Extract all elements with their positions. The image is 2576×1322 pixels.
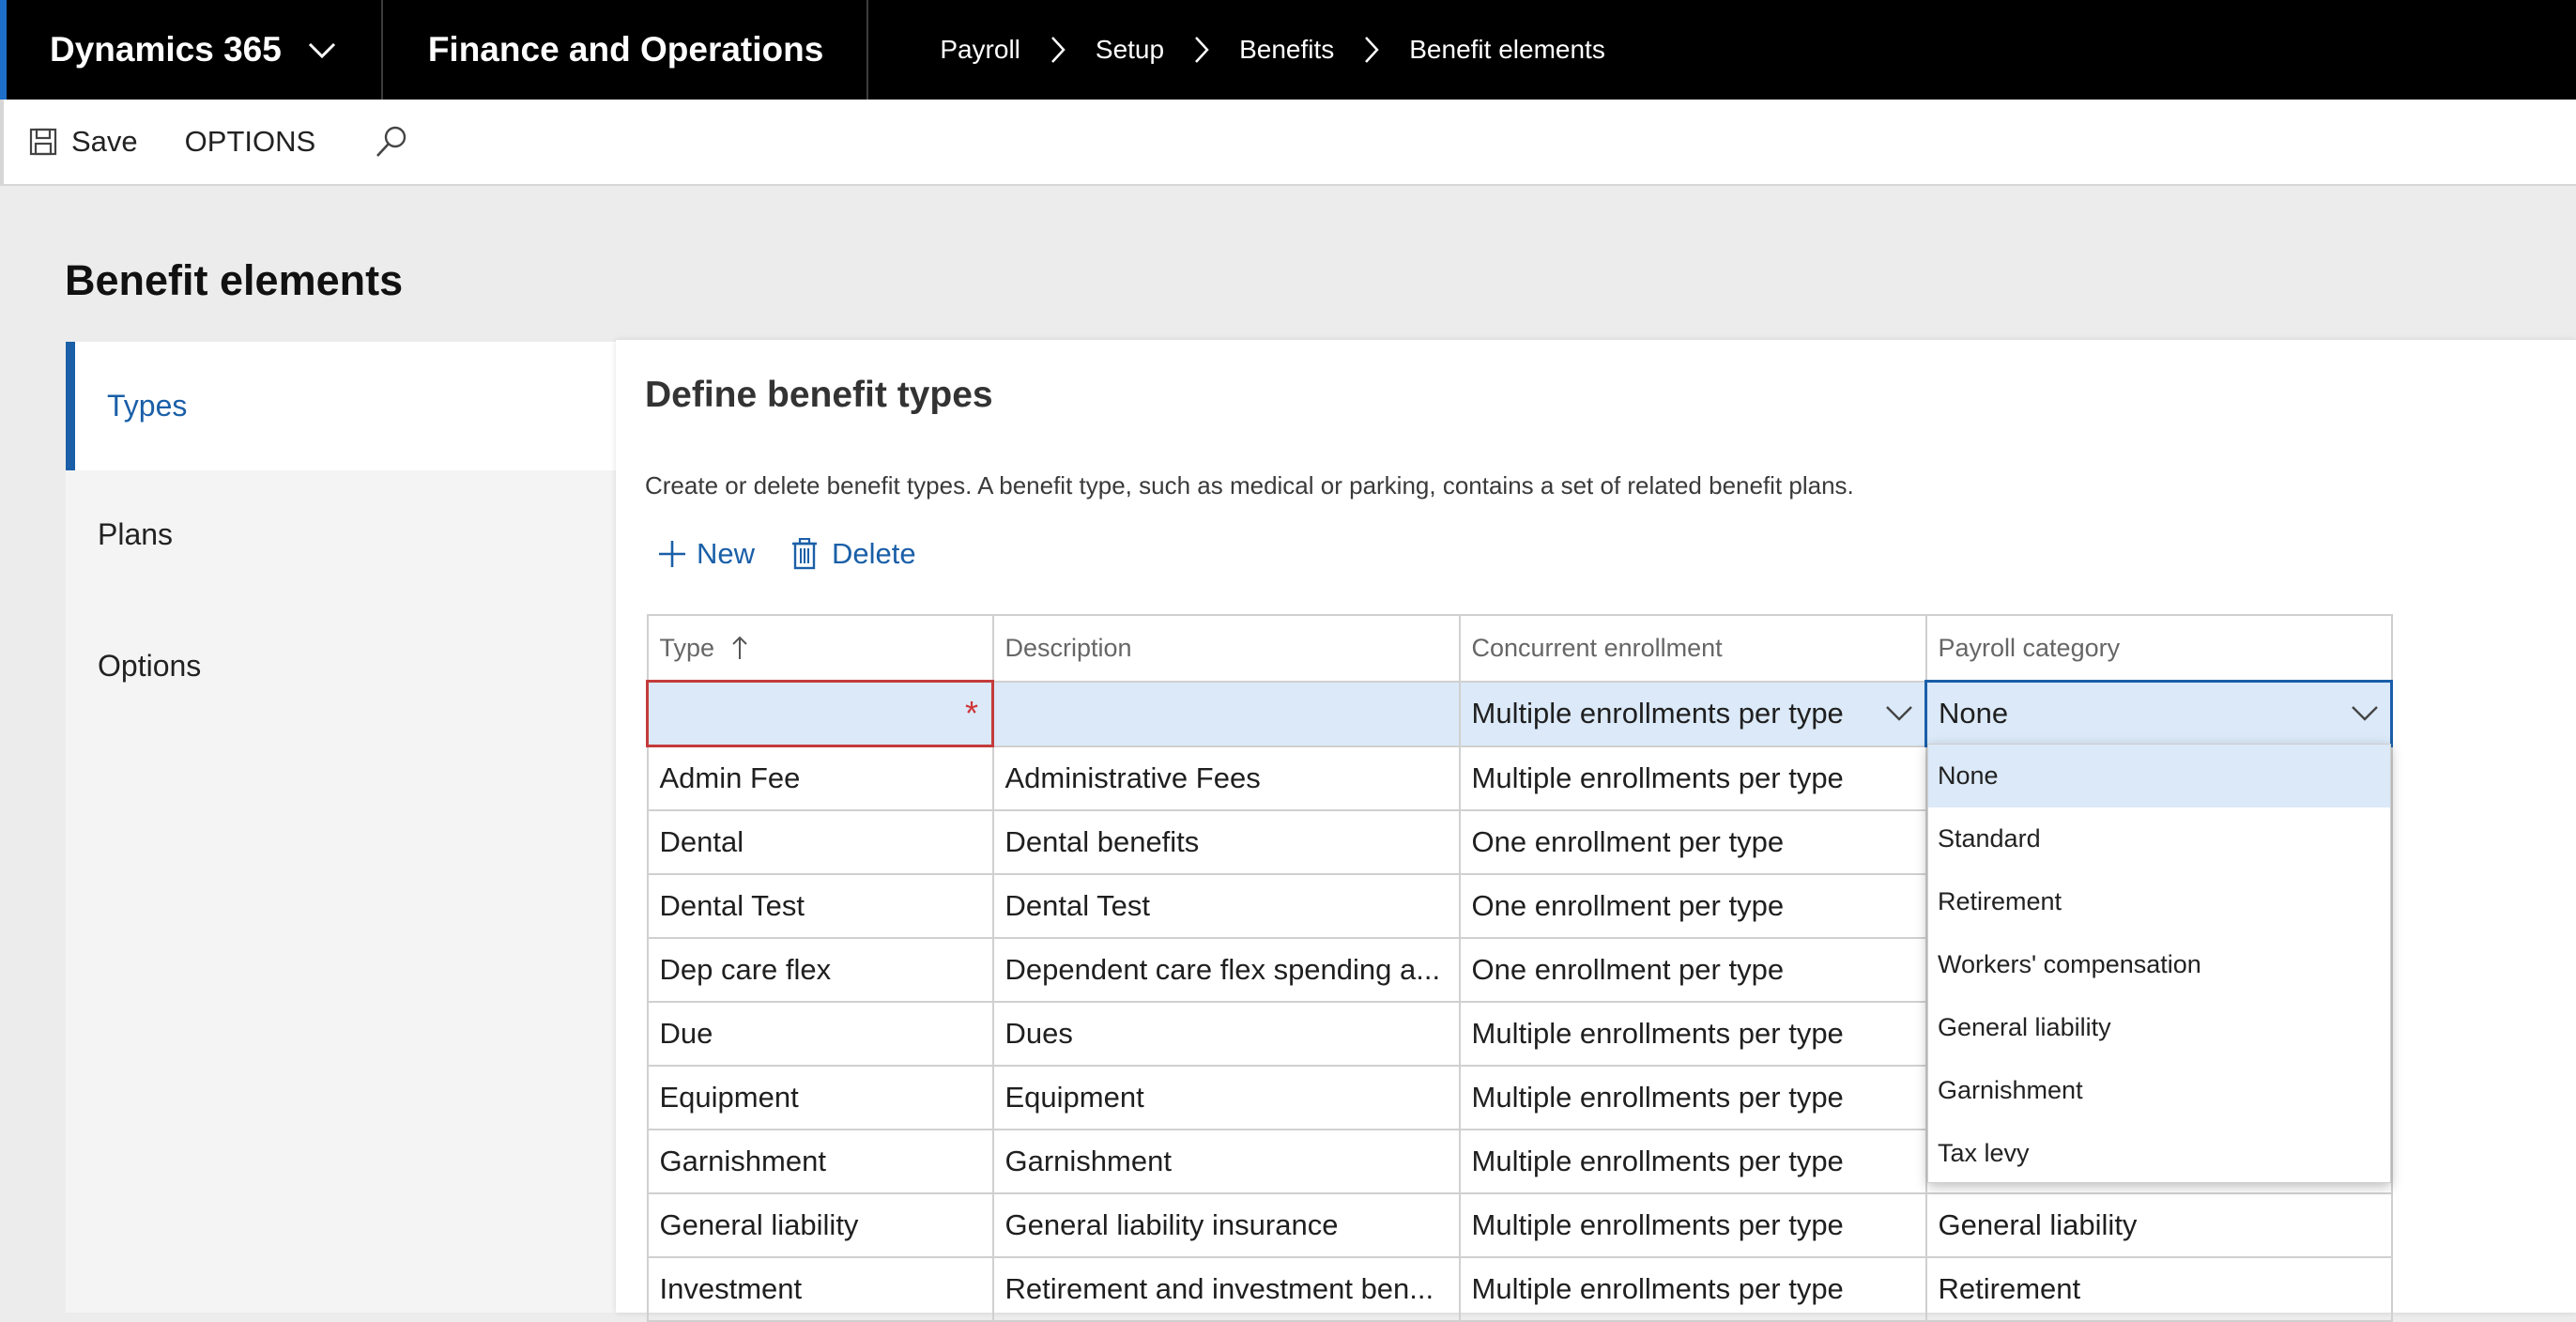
description-cell[interactable]: General liability insurance: [991, 1192, 1461, 1258]
description-cell[interactable]: Dependent care flex spending a...: [991, 937, 1461, 1003]
description-cell[interactable]: Administrative Fees: [991, 745, 1461, 811]
section-description: Create or delete benefit types. A benefi…: [645, 471, 1854, 500]
new-button[interactable]: New: [657, 537, 755, 571]
breadcrumb: Payroll Setup Benefits Benefit elements: [940, 35, 1605, 65]
type-cell[interactable]: Investment: [646, 1256, 994, 1322]
chevron-down-icon: [2352, 706, 2378, 721]
dropdown-option-garnishment[interactable]: Garnishment: [1928, 1059, 2390, 1122]
tab-plans[interactable]: Plans: [66, 470, 616, 599]
description-cell[interactable]: Retirement and investment ben...: [991, 1256, 1461, 1322]
section-title: Define benefit types: [645, 375, 993, 415]
dropdown-option-none[interactable]: None: [1928, 745, 2390, 807]
type-input[interactable]: *: [646, 680, 994, 747]
description-cell[interactable]: Equipment: [991, 1065, 1461, 1130]
concurrent-enrollment-cell[interactable]: One enrollment per type: [1458, 873, 1927, 939]
column-header-type[interactable]: Type: [646, 614, 994, 683]
top-navigation-bar: Dynamics 365 Finance and Operations Payr…: [0, 0, 2576, 100]
chevron-right-icon: [1195, 37, 1209, 63]
type-cell[interactable]: Equipment: [646, 1065, 994, 1130]
app-switcher[interactable]: Dynamics 365: [7, 0, 383, 100]
payroll-category-cell[interactable]: Retirement: [1924, 1256, 2393, 1322]
vertical-tabs: Types Plans Options: [66, 342, 616, 1313]
tab-options[interactable]: Options: [66, 602, 616, 730]
table-row[interactable]: Investment Retirement and investment ben…: [646, 1256, 2393, 1322]
chevron-down-icon: [308, 42, 335, 59]
dropdown-option-standard[interactable]: Standard: [1928, 807, 2390, 870]
concurrent-enrollment-cell[interactable]: Multiple enrollments per type: [1458, 1256, 1927, 1322]
plus-icon: [659, 541, 685, 567]
column-header-concurrent-enrollment[interactable]: Concurrent enrollment: [1458, 614, 1927, 683]
options-button[interactable]: OPTIONS: [185, 125, 316, 159]
sort-ascending-icon: [731, 636, 747, 659]
chevron-down-icon: [1886, 706, 1912, 721]
table-row[interactable]: General liability General liability insu…: [646, 1192, 2393, 1258]
chevron-right-icon: [1365, 37, 1379, 63]
chevron-right-icon: [1050, 37, 1066, 63]
dropdown-option-general-liability[interactable]: General liability: [1928, 996, 2390, 1059]
type-cell[interactable]: Dep care flex: [646, 937, 994, 1003]
dropdown-option-workers-compensation[interactable]: Workers' compensation: [1928, 933, 2390, 996]
dropdown-option-retirement[interactable]: Retirement: [1928, 870, 2390, 933]
new-label: New: [697, 537, 756, 570]
delete-button[interactable]: Delete: [790, 537, 916, 571]
type-cell[interactable]: Admin Fee: [646, 745, 994, 811]
description-cell[interactable]: Dues: [991, 1001, 1461, 1067]
page-title: Benefit elements: [65, 256, 404, 304]
breadcrumb-item-benefit-elements[interactable]: Benefit elements: [1409, 35, 1605, 65]
concurrent-enrollment-cell[interactable]: Multiple enrollments per type: [1458, 1192, 1927, 1258]
column-header-payroll-category[interactable]: Payroll category: [1924, 614, 2393, 683]
concurrent-enrollment-select[interactable]: Multiple enrollments per type: [1458, 680, 1927, 747]
concurrent-enrollment-cell[interactable]: Multiple enrollments per type: [1458, 1129, 1927, 1194]
search-icon: [376, 126, 406, 157]
description-cell[interactable]: Dental Test: [991, 873, 1461, 939]
concurrent-enrollment-cell[interactable]: Multiple enrollments per type: [1458, 745, 1927, 811]
concurrent-enrollment-cell[interactable]: One enrollment per type: [1458, 809, 1927, 875]
save-label: Save: [71, 125, 138, 158]
breadcrumb-item-payroll[interactable]: Payroll: [940, 35, 1020, 65]
payroll-category-select[interactable]: None: [1924, 680, 2393, 747]
search-button[interactable]: [374, 124, 422, 160]
dropdown-option-tax-levy[interactable]: Tax levy: [1928, 1122, 2390, 1185]
concurrent-enrollment-cell[interactable]: One enrollment per type: [1458, 937, 1927, 1003]
save-button[interactable]: Save: [28, 125, 138, 159]
breadcrumb-item-benefits[interactable]: Benefits: [1239, 35, 1334, 65]
type-cell[interactable]: Dental Test: [646, 873, 994, 939]
save-icon: [29, 128, 57, 156]
table-row-new[interactable]: * Multiple enrollments per type None: [646, 680, 2393, 747]
tab-types[interactable]: Types: [66, 342, 616, 470]
payroll-category-dropdown-list: None Standard Retirement Workers' compen…: [1927, 744, 2391, 1183]
module-name: Finance and Operations: [383, 0, 869, 100]
description-cell[interactable]: Garnishment: [991, 1129, 1461, 1194]
concurrent-enrollment-cell[interactable]: Multiple enrollments per type: [1458, 1065, 1927, 1130]
type-cell[interactable]: Garnishment: [646, 1129, 994, 1194]
description-input[interactable]: [991, 680, 1461, 747]
command-bar: Save OPTIONS: [0, 100, 2576, 186]
concurrent-enrollment-cell[interactable]: Multiple enrollments per type: [1458, 1001, 1927, 1067]
payroll-category-cell[interactable]: General liability: [1924, 1192, 2393, 1258]
required-asterisk-icon: *: [964, 694, 978, 732]
type-cell[interactable]: Due: [646, 1001, 994, 1067]
type-cell[interactable]: General liability: [646, 1192, 994, 1258]
description-cell[interactable]: Dental benefits: [991, 809, 1461, 875]
breadcrumb-item-setup[interactable]: Setup: [1096, 35, 1164, 65]
type-cell[interactable]: Dental: [646, 809, 994, 875]
app-name: Dynamics 365: [50, 30, 282, 69]
grid-header-row: Type Description Concurrent enrollment P…: [646, 614, 2393, 683]
delete-label: Delete: [832, 537, 916, 570]
trash-icon: [792, 538, 817, 570]
column-header-description[interactable]: Description: [991, 614, 1461, 683]
